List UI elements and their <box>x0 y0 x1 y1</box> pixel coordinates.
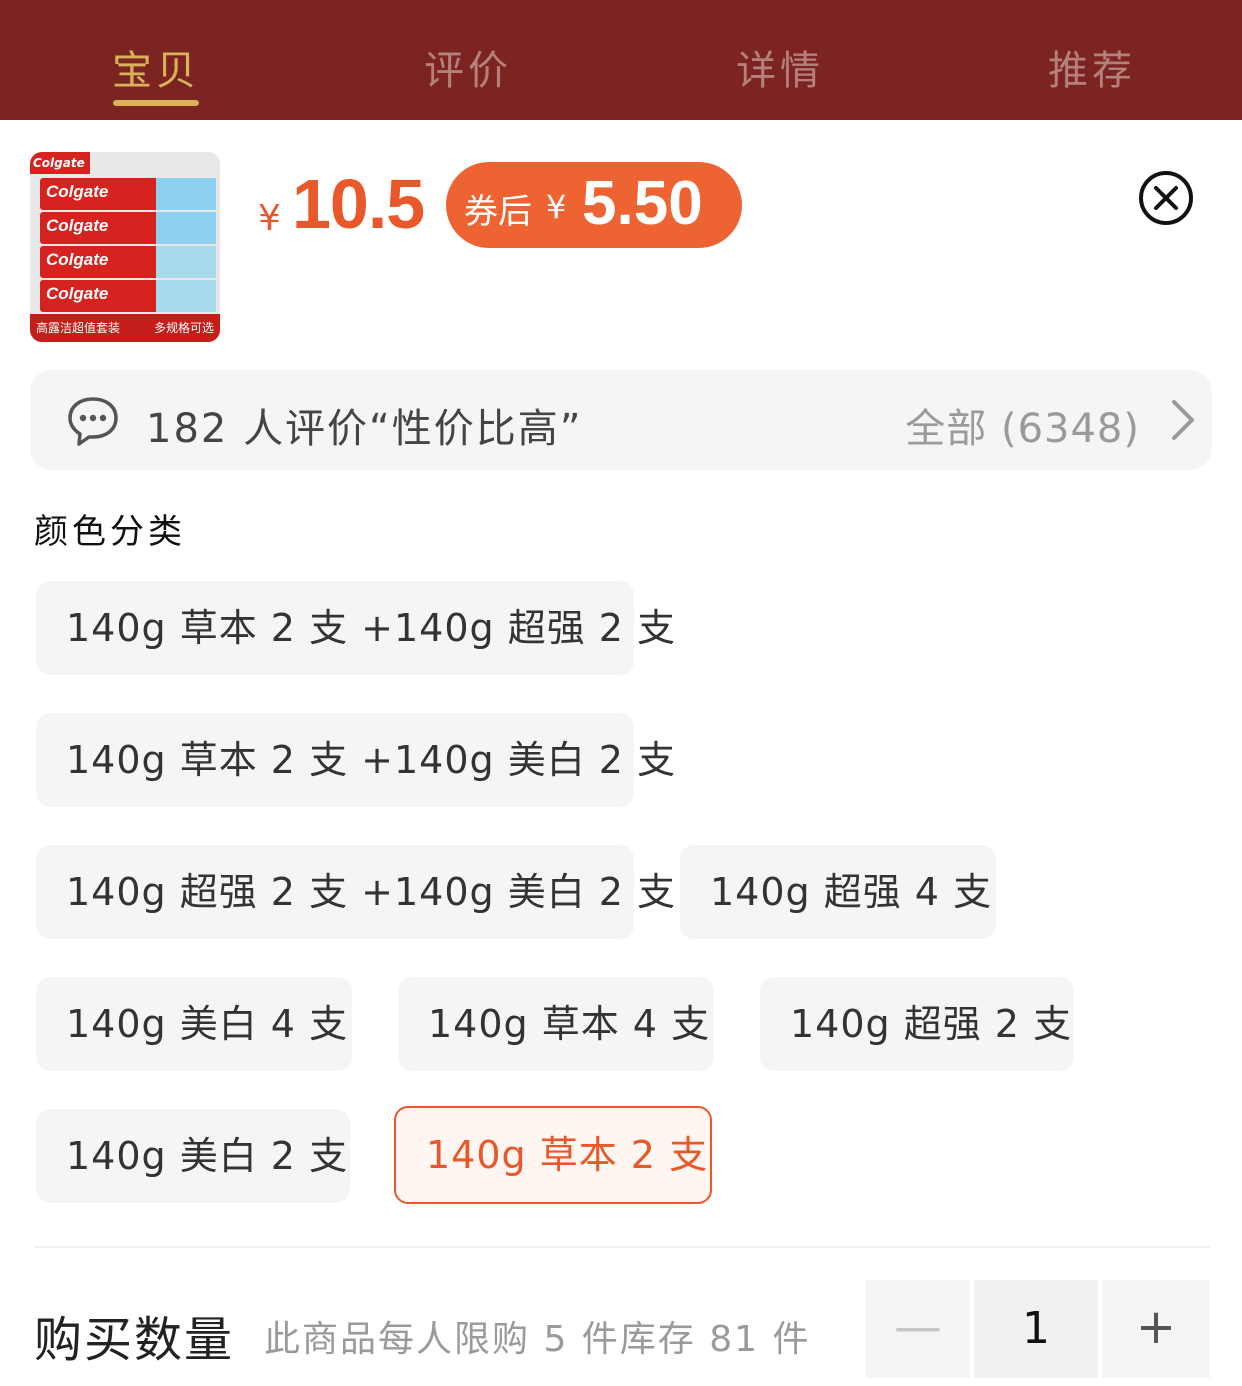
coupon-currency: ¥ <box>546 188 567 226</box>
section-title-color-category: 颜色分类 <box>34 512 186 552</box>
coupon-price-badge: 券后 ¥ 5.50 <box>446 162 742 248</box>
sku-option[interactable]: 140g 美白 4 支 <box>36 977 352 1071</box>
tab-recommend[interactable]: 推荐 <box>1012 38 1172 96</box>
chat-bubble-icon <box>68 397 118 446</box>
quantity-stepper: — 1 + <box>866 1280 1210 1378</box>
quantity-value[interactable]: 1 <box>974 1280 1098 1378</box>
tab-details[interactable]: 详情 <box>700 38 860 96</box>
quantity-title: 购买数量 <box>34 1312 235 1368</box>
sku-selector-sheet: Colgate Colgate Colgate Colgate Colgate … <box>0 120 1242 1386</box>
active-tab-indicator <box>113 100 199 106</box>
divider <box>34 1246 1210 1248</box>
price: 10.5 <box>292 165 425 243</box>
top-tab-bar: 宝贝 评价 详情 推荐 <box>0 0 1242 120</box>
product-thumbnail[interactable]: Colgate Colgate Colgate Colgate Colgate … <box>30 152 220 342</box>
sku-option[interactable]: 140g 超强 4 支 <box>680 845 996 939</box>
toothpaste-box-image: Colgate <box>40 280 216 312</box>
toothpaste-box-image: Colgate <box>40 246 216 278</box>
sku-option[interactable]: 140g 草本 2 支 +140g 超强 2 支 <box>36 581 675 675</box>
coupon-label: 券后 <box>464 192 532 232</box>
toothpaste-box-image: Colgate <box>40 212 216 244</box>
tab-reviews[interactable]: 评价 <box>388 38 548 96</box>
close-icon[interactable] <box>1138 170 1194 226</box>
sku-option[interactable]: 140g 超强 2 支 <box>760 977 1074 1071</box>
sku-option[interactable]: 140g 草本 2 支 +140g 美白 2 支 <box>36 713 675 807</box>
thumb-caption: 高露洁超值套装 多规格可选 <box>30 314 220 342</box>
sku-option[interactable]: 140g 美白 2 支 <box>36 1109 350 1203</box>
price-currency: ¥ <box>258 198 281 239</box>
increment-button[interactable]: + <box>1102 1280 1210 1378</box>
thumb-brand-tag: Colgate <box>30 152 90 174</box>
review-summary-row[interactable]: 182 人评价“性价比高” 全部 (6348) <box>30 370 1212 470</box>
coupon-price: 5.50 <box>582 169 703 238</box>
decrement-button[interactable]: — <box>866 1280 970 1378</box>
sku-option-selected[interactable]: 140g 草本 2 支 <box>394 1106 712 1204</box>
sku-option[interactable]: 140g 草本 4 支 <box>398 977 714 1071</box>
chevron-right-icon <box>1172 400 1194 440</box>
quantity-limit-note: 此商品每人限购 5 件库存 81 件 <box>264 1319 811 1360</box>
review-all-count: 全部 (6348) <box>905 406 1140 452</box>
toothpaste-box-image: Colgate <box>40 178 216 210</box>
sku-option[interactable]: 140g 超强 2 支 +140g 美白 2 支 <box>36 845 675 939</box>
tab-item[interactable]: 宝贝 <box>76 38 236 96</box>
review-summary-text: 182 人评价“性价比高” <box>146 406 583 452</box>
